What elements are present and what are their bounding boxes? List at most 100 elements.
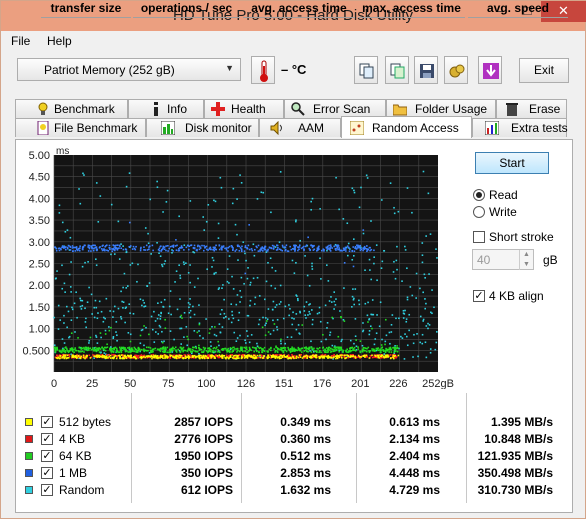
data-point — [108, 244, 111, 247]
data-point — [163, 340, 165, 343]
data-point — [329, 349, 331, 351]
data-point — [365, 350, 368, 353]
data-point — [167, 312, 170, 315]
exit-button[interactable]: Exit — [519, 58, 569, 83]
data-point — [279, 171, 282, 173]
data-point — [354, 288, 357, 290]
data-point — [100, 336, 102, 339]
data-point — [161, 265, 164, 268]
data-point — [189, 298, 191, 300]
data-point — [304, 314, 307, 316]
data-point — [165, 201, 168, 203]
data-point — [82, 172, 84, 175]
tab-benchmark[interactable]: Benchmark — [15, 99, 128, 118]
data-point — [184, 355, 187, 358]
stepper-up-icon[interactable]: ▲ — [519, 250, 533, 260]
data-point — [389, 347, 392, 350]
tab-extra-tests[interactable]: Extra tests — [472, 118, 568, 137]
data-point — [222, 284, 224, 286]
y-tick-label: 2.00 — [29, 280, 50, 292]
tab-disk-monitor[interactable]: Disk monitor — [146, 118, 259, 137]
data-point — [188, 357, 190, 360]
data-point — [106, 249, 108, 252]
series-checkbox[interactable]: ✓ — [41, 484, 53, 496]
data-point — [335, 249, 337, 251]
start-button[interactable]: Start — [475, 152, 549, 174]
copy-all-button[interactable] — [385, 56, 409, 84]
data-point — [87, 244, 90, 247]
series-checkbox[interactable]: ✓ — [41, 433, 53, 445]
data-point — [228, 282, 230, 284]
data-point — [172, 244, 175, 247]
tab-random-access[interactable]: Random Access — [341, 116, 472, 138]
data-point — [193, 247, 196, 250]
data-point — [130, 348, 133, 350]
data-point — [429, 351, 432, 354]
tab-info[interactable]: Info — [128, 99, 204, 118]
download-button[interactable] — [478, 56, 502, 84]
data-point — [231, 314, 234, 316]
data-point — [215, 244, 217, 247]
table-cell-ops: 2776 IOPS — [174, 432, 233, 446]
data-point — [203, 249, 205, 252]
data-point — [69, 249, 72, 251]
menu-file[interactable]: File — [11, 34, 30, 48]
temperature-button[interactable] — [251, 56, 275, 84]
data-point — [209, 328, 211, 330]
data-point — [393, 212, 396, 215]
data-point — [265, 280, 268, 283]
tab-health[interactable]: Health — [204, 99, 284, 118]
data-point — [196, 249, 198, 252]
data-point — [216, 355, 219, 357]
data-point — [256, 354, 259, 357]
options-button[interactable] — [444, 56, 468, 84]
drive-select[interactable]: Patriot Memory (252 gB) ▼ — [17, 58, 241, 81]
data-point — [279, 348, 281, 351]
menu-help[interactable]: Help — [47, 34, 72, 48]
data-point — [103, 349, 106, 351]
data-point — [96, 347, 98, 350]
data-point — [329, 244, 332, 246]
stepper-down-icon[interactable]: ▼ — [519, 260, 533, 270]
data-point — [409, 286, 412, 288]
short-stroke-checkbox[interactable] — [473, 231, 485, 243]
data-point — [328, 244, 330, 247]
data-point — [364, 350, 366, 352]
data-point — [227, 246, 230, 249]
data-point — [248, 346, 251, 349]
tab-file-benchmark[interactable]: File Benchmark — [15, 118, 146, 137]
data-point — [156, 356, 158, 358]
data-point — [239, 301, 241, 303]
data-point — [125, 350, 128, 352]
data-point — [335, 247, 337, 250]
copy-button[interactable] — [354, 56, 378, 84]
save-button[interactable] — [414, 56, 438, 84]
data-point — [112, 336, 115, 338]
data-point — [161, 248, 163, 251]
data-point — [83, 244, 86, 247]
data-point — [120, 346, 123, 349]
data-point — [221, 287, 223, 289]
tab-erase[interactable]: Erase — [496, 99, 567, 118]
data-point — [66, 354, 69, 357]
data-point — [354, 245, 357, 248]
data-point — [424, 277, 426, 279]
data-point — [330, 355, 333, 357]
data-point — [153, 354, 155, 357]
write-radio[interactable] — [473, 206, 485, 218]
data-point — [159, 347, 162, 350]
series-checkbox[interactable]: ✓ — [41, 416, 53, 428]
data-point — [303, 305, 306, 308]
data-point — [299, 356, 302, 358]
series-checkbox[interactable]: ✓ — [41, 450, 53, 462]
read-radio[interactable] — [473, 189, 485, 201]
series-checkbox[interactable]: ✓ — [41, 467, 53, 479]
align-checkbox[interactable]: ✓ — [473, 290, 485, 302]
tab-aam[interactable]: AAM — [259, 118, 341, 137]
data-point — [126, 285, 129, 287]
data-point — [373, 356, 375, 358]
data-point — [88, 354, 91, 357]
data-point — [123, 272, 126, 275]
short-stroke-stepper[interactable]: 40 ▲ ▼ — [472, 249, 534, 270]
data-point — [120, 290, 122, 293]
